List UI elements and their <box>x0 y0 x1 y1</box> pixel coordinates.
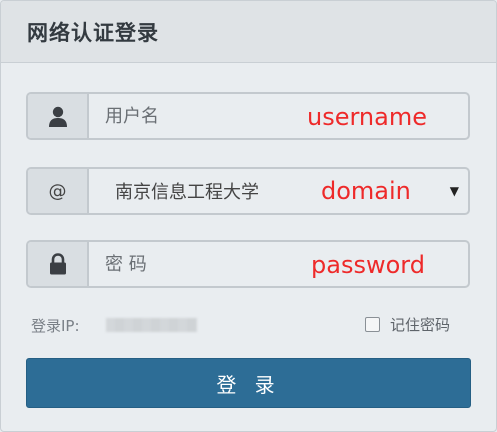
remember-password-toggle[interactable]: 记住密码 <box>365 314 450 335</box>
login-ip-label: 登录IP: <box>31 317 80 335</box>
at-sign-icon: @ <box>28 169 89 213</box>
domain-selected-value: 南京信息工程大学 <box>115 182 259 203</box>
password-annotation: password <box>311 251 425 279</box>
login-ip-value-redacted <box>106 318 197 332</box>
lock-icon <box>28 242 89 286</box>
remember-password-checkbox[interactable] <box>365 317 380 332</box>
chevron-down-icon: ▼ <box>449 184 459 198</box>
domain-annotation: domain <box>321 177 411 205</box>
panel-header: 网络认证登录 <box>1 1 496 63</box>
user-icon <box>28 94 89 138</box>
login-button[interactable]: 登 录 <box>26 358 471 408</box>
page-title: 网络认证登录 <box>27 21 159 45</box>
remember-password-label: 记住密码 <box>390 316 451 334</box>
username-annotation: username <box>307 103 427 131</box>
login-panel: 网络认证登录 username @ 南京信息工程大学 ▼ domain pass… <box>0 0 497 432</box>
